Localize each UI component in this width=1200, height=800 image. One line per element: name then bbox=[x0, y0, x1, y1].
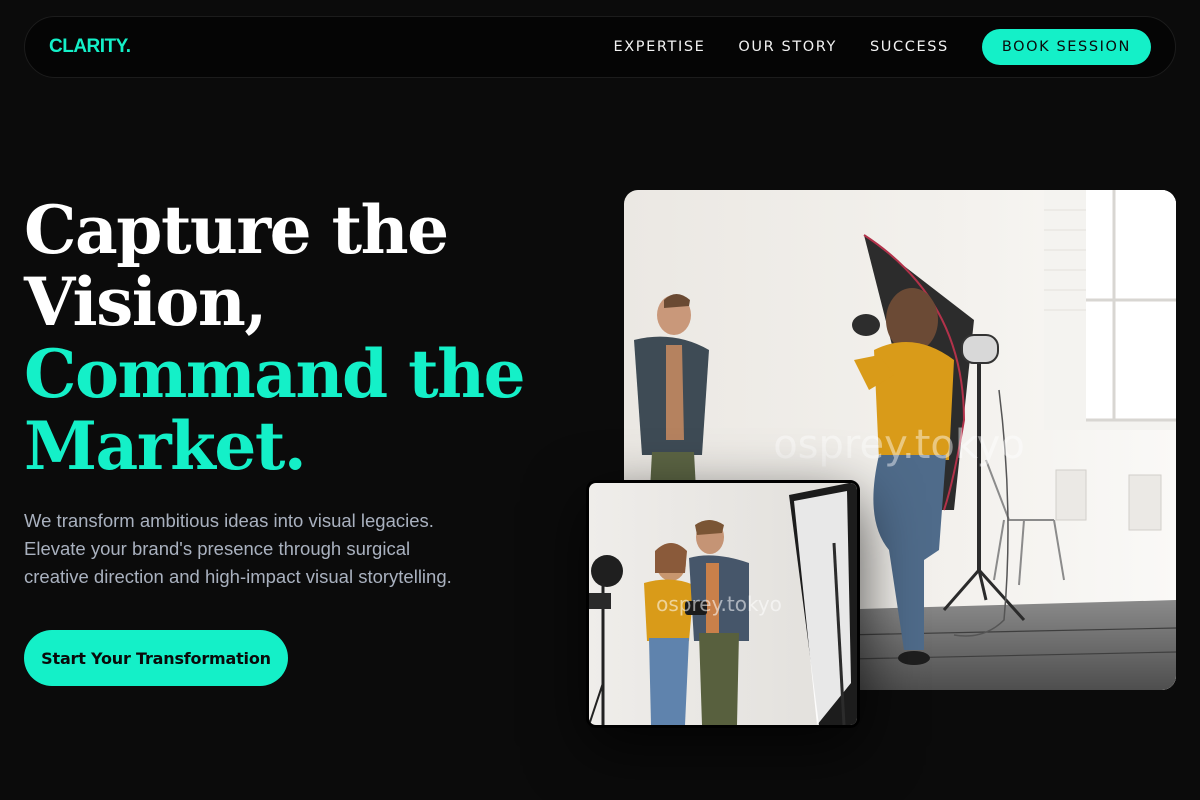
studio-inset-illustration: osprey.tokyo bbox=[589, 483, 857, 725]
nav-links: EXPERTISE OUR STORY SUCCESS BOOK SESSION bbox=[580, 29, 1151, 65]
hero-title-line: Vision, bbox=[24, 263, 267, 341]
hero-title: Capture the Vision, Command the Market. bbox=[24, 194, 584, 482]
nav-link-our-story[interactable]: OUR STORY bbox=[738, 39, 837, 55]
watermark-text: osprey.tokyo bbox=[656, 592, 782, 616]
book-session-button[interactable]: BOOK SESSION bbox=[981, 29, 1151, 65]
navbar: CLARITY. EXPERTISE OUR STORY SUCCESS BOO… bbox=[24, 16, 1176, 78]
watermark-text: osprey.tokyo bbox=[773, 422, 1025, 468]
hero-description-line: Elevate your brand's presence through su… bbox=[24, 538, 411, 559]
hero-description: We transform ambitious ideas into visual… bbox=[24, 507, 554, 591]
brand-logo[interactable]: CLARITY. bbox=[49, 36, 131, 58]
hero-title-accent-line: Market. bbox=[24, 407, 307, 485]
hero-title-accent-line: Command the bbox=[24, 335, 526, 413]
page: CLARITY. EXPERTISE OUR STORY SUCCESS BOO… bbox=[0, 0, 1200, 800]
hero-inset-photo: osprey.tokyo bbox=[586, 480, 860, 728]
nav-link-success[interactable]: SUCCESS bbox=[870, 39, 949, 55]
nav-link-expertise[interactable]: EXPERTISE bbox=[613, 39, 705, 55]
hero-title-line: Capture the bbox=[24, 191, 449, 269]
hero-description-line: We transform ambitious ideas into visual… bbox=[24, 510, 434, 531]
start-transformation-button[interactable]: Start Your Transformation bbox=[24, 630, 288, 686]
hero-description-line: creative direction and high-impact visua… bbox=[24, 566, 452, 587]
